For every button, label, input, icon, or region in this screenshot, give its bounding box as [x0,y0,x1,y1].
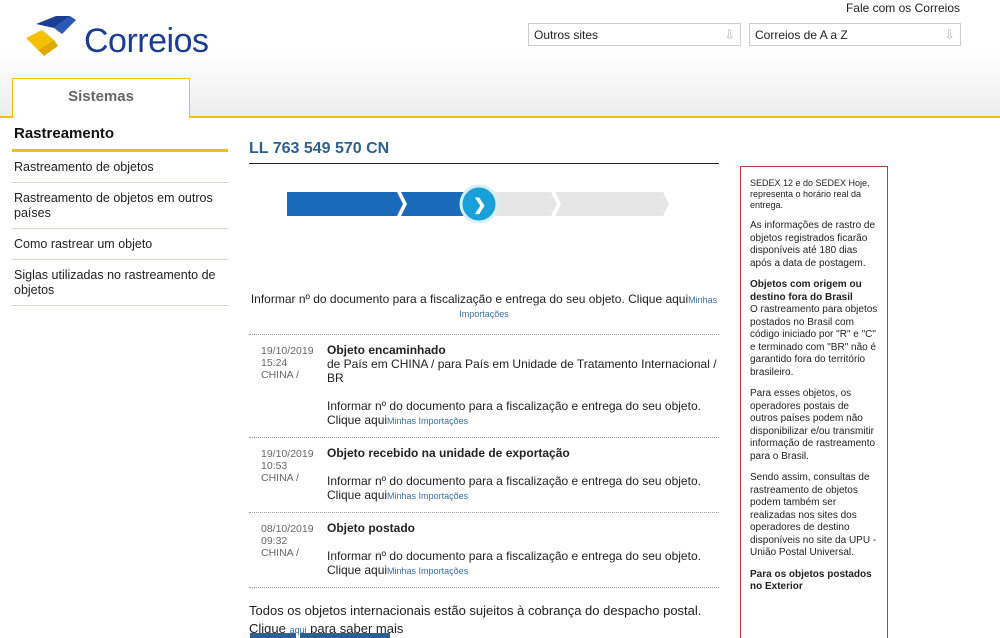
list-item: 19/10/2019 10:53 CHINA / Objeto recebido… [249,438,719,513]
progress-step-4 [555,192,669,216]
action-buttons [250,632,391,638]
event-click: Clique aqui [327,563,388,577]
correios-logo-icon [26,16,76,56]
event-detail: de País em CHINA / para País em Unidade … [327,357,717,385]
event-body: Objeto encaminhado de País em CHINA / pa… [327,343,719,428]
event-info: Informar nº do documento para a fiscaliz… [327,399,701,413]
event-click: Clique aqui [327,413,388,427]
event-time: 15:24 [261,357,288,369]
tracking-code: LL 763 549 570 CN [249,140,719,164]
sidebar-item-rastreamento-objetos[interactable]: Rastreamento de objetos [12,152,228,183]
event-location: CHINA / [261,369,299,381]
event-location: CHINA / [261,472,299,484]
progress-step-1 [287,192,403,216]
info-p2: As informações de rastro de objetos regi… [750,220,876,269]
logo-text: Correios [84,22,209,60]
event-location: CHINA / [261,547,299,559]
chevron-down-icon: ⇩ [944,27,955,42]
list-item: 19/10/2019 15:24 CHINA / Objeto encaminh… [249,335,719,438]
event-info: Informar nº do documento para a fiscaliz… [327,474,701,488]
event-body: Objeto recebido na unidade de exportação… [327,446,719,503]
event-datetime: 19/10/2019 10:53 CHINA / [261,448,314,484]
event-link[interactable]: Minhas Importações [387,566,468,576]
event-info: Informar nº do documento para a fiscaliz… [327,549,701,563]
event-link[interactable]: Minhas Importações [387,491,468,501]
sidebar-item-como-rastrear[interactable]: Como rastrear um objeto [12,229,228,260]
info-heading-2: Para os objetos postados no Exterior [750,568,872,593]
event-datetime: 19/10/2019 15:24 CHINA / [261,345,314,381]
correios-logo[interactable]: Correios [24,14,224,62]
event-list: 19/10/2019 15:24 CHINA / Objeto encaminh… [249,334,719,588]
event-link[interactable]: Minhas Importações [387,416,468,426]
other-sites-select-value: Outros sites [534,28,599,42]
list-item: 08/10/2019 09:32 CHINA / Objeto postado … [249,513,719,588]
action-button-2[interactable] [300,633,391,638]
event-status: Objeto encaminhado [327,343,446,357]
chevron-right-icon: ❯ [473,197,486,215]
action-button-1[interactable] [250,633,296,638]
event-time: 09:32 [261,535,288,547]
event-time: 10:53 [261,460,288,472]
correios-a-to-z-select[interactable]: Correios de A a Z ⇩ [749,23,961,46]
sidebar-title: Rastreamento [12,124,228,152]
info-box: SEDEX 12 e do SEDEX Hoje, representa o h… [740,166,888,638]
event-datetime: 08/10/2019 09:32 CHINA / [261,523,314,559]
main-content: LL 763 549 570 CN ❯ Informar nº do docum… [249,140,719,638]
other-sites-select[interactable]: Outros sites ⇩ [528,23,741,46]
sidebar-item-siglas[interactable]: Siglas utilizadas no rastreamento de obj… [12,260,228,306]
event-click: Clique aqui [327,488,388,502]
progress-bar: ❯ [287,184,669,224]
info-p5: Sendo assim, consultas de rastreamento d… [750,472,877,558]
contact-link[interactable]: Fale com os Correios [846,1,960,15]
event-date: 19/10/2019 [261,345,314,357]
info-p1: SEDEX 12 e do SEDEX Hoje, representa o h… [750,178,870,210]
customs-note-text: Todos os objetos internacionais estão su… [249,603,702,618]
event-status: Objeto postado [327,521,415,535]
info-p3: O rastreamento para objetos postados no … [750,304,878,378]
a-to-z-select-value: Correios de A a Z [755,28,848,42]
event-body: Objeto postado Informar nº do documento … [327,521,719,578]
tab-sistemas[interactable]: Sistemas [12,78,190,118]
chevron-down-icon: ⇩ [724,27,735,42]
progress-tracker: ❯ [249,172,719,232]
info-p4: Para esses objetos, os operadores postai… [750,388,876,462]
sidebar-item-rastreamento-outros-paises[interactable]: Rastreamento de objetos em outros países [12,183,228,229]
sidebar: Rastreamento Rastreamento de objetos Ras… [12,124,228,306]
event-date: 08/10/2019 [261,523,314,535]
event-status: Objeto recebido na unidade de exportação [327,446,570,460]
intro-message: Informar nº do documento para a fiscaliz… [249,293,719,321]
event-date: 19/10/2019 [261,448,314,460]
intro-text: Informar nº do documento para a fiscaliz… [250,292,689,306]
info-heading-1: Objetos com origem ou destino fora do Br… [750,279,862,303]
